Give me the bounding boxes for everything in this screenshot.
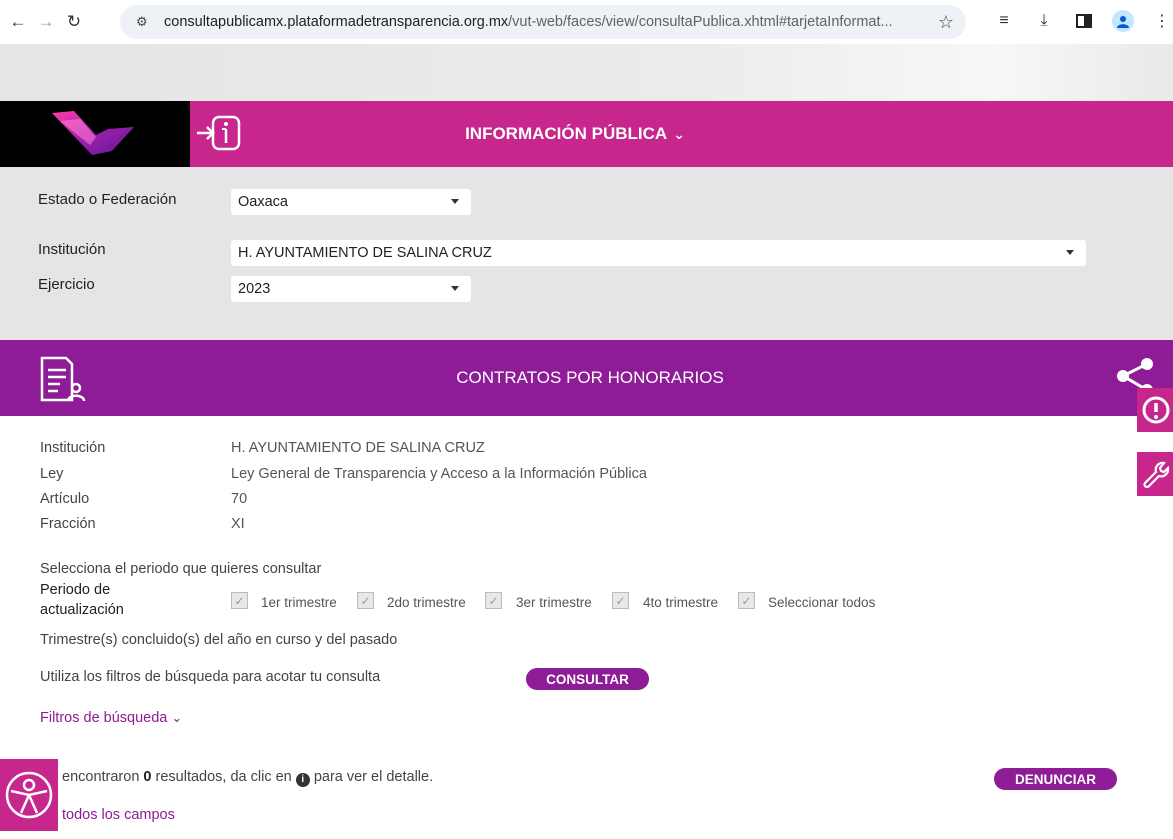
caret-down-icon xyxy=(451,286,459,291)
accessibility-icon xyxy=(5,771,53,819)
results-end: para ver el detalle. xyxy=(313,769,434,785)
ejercicio-label: Ejercicio xyxy=(38,276,95,293)
ejercicio-value: 2023 xyxy=(238,281,271,297)
ejercicio-select[interactable]: 2023 xyxy=(231,276,471,302)
consultar-button[interactable]: CONSULTAR xyxy=(526,668,649,690)
institucion-label: Institución xyxy=(38,241,106,258)
tools-button[interactable] xyxy=(1137,452,1173,496)
caret-down-icon xyxy=(1066,250,1074,255)
browser-toolbar: ← → ↻ ⚙ consultapublicamx.plataformadetr… xyxy=(0,0,1173,44)
detail-ley-label: Ley xyxy=(40,466,64,482)
chevron-down-icon: ⌄ xyxy=(171,710,183,725)
info-publica-header: INFORMACIÓN PÚBLICA ⌄ xyxy=(0,101,1173,167)
card-title: CONTRATOS POR HONORARIOS xyxy=(456,368,724,387)
section-title: INFORMACIÓN PÚBLICA xyxy=(465,124,668,143)
wrench-icon xyxy=(1143,461,1170,489)
side-panel-icon[interactable] xyxy=(1072,8,1096,34)
section-title-dropdown[interactable]: INFORMACIÓN PÚBLICA ⌄ xyxy=(0,101,1150,167)
detail-ley-value: Ley General de Transparencia y Acceso a … xyxy=(231,466,647,482)
checkbox-1er-trimestre[interactable]: ✓ xyxy=(231,592,248,609)
alert-icon xyxy=(1142,396,1170,424)
period-prompt: Selecciona el periodo que quieres consul… xyxy=(40,561,322,577)
reading-list-icon[interactable]: ≡ xyxy=(992,8,1016,34)
info-circle-icon: i xyxy=(295,773,310,787)
label-1er-trimestre: 1er trimestre xyxy=(261,595,337,610)
url-host: consultapublicamx.plataformadetransparen… xyxy=(164,14,509,30)
results-prefix: encontraron xyxy=(62,769,140,785)
url-path: /vut-web/faces/view/consultaPublica.xhtm… xyxy=(508,14,893,30)
chevron-down-icon: ⌄ xyxy=(673,125,685,142)
filtros-busqueda-label: Filtros de búsqueda xyxy=(40,710,168,726)
detail-articulo-label: Artículo xyxy=(40,491,90,507)
query-hint: Utiliza los filtros de búsqueda para aco… xyxy=(40,669,381,685)
all-fields-link[interactable]: todos los campos xyxy=(62,807,175,823)
detail-fraccion-value: XI xyxy=(231,516,245,532)
period-note: Trimestre(s) concluido(s) del año en cur… xyxy=(40,632,398,648)
checkbox-seleccionar-todos[interactable]: ✓ xyxy=(738,592,755,609)
institucion-select[interactable]: H. AYUNTAMIENTO DE SALINA CRUZ xyxy=(231,240,1086,266)
filter-panel: Estado o Federación Oaxaca Institución H… xyxy=(0,167,1173,340)
label-2do-trimestre: 2do trimestre xyxy=(387,595,466,610)
accessibility-button[interactable] xyxy=(0,759,58,831)
results-suffix: resultados, da clic en xyxy=(155,769,292,785)
caret-down-icon xyxy=(451,199,459,204)
alert-button[interactable] xyxy=(1137,388,1173,432)
estado-select[interactable]: Oaxaca xyxy=(231,189,471,215)
filtros-busqueda-toggle[interactable]: Filtros de búsqueda ⌄ xyxy=(40,710,182,726)
label-seleccionar-todos: Seleccionar todos xyxy=(768,595,876,610)
top-banner xyxy=(0,44,1173,101)
period-label-line2: actualización xyxy=(40,602,124,618)
results-summary: encontraron 0 resultados, da clic en i p… xyxy=(62,769,433,787)
checkbox-2do-trimestre[interactable]: ✓ xyxy=(357,592,374,609)
denunciar-button[interactable]: DENUNCIAR xyxy=(994,768,1117,790)
download-icon[interactable]: ⤓ xyxy=(1032,8,1056,34)
bookmark-star-icon[interactable]: ☆ xyxy=(938,12,954,33)
detail-institucion-label: Institución xyxy=(40,440,106,456)
results-count: 0 xyxy=(143,769,152,785)
checkbox-3er-trimestre[interactable]: ✓ xyxy=(485,592,502,609)
detail-articulo-value: 70 xyxy=(231,491,248,507)
profile-avatar-icon[interactable] xyxy=(1112,10,1134,32)
label-3er-trimestre: 3er trimestre xyxy=(516,595,592,610)
institucion-value: H. AYUNTAMIENTO DE SALINA CRUZ xyxy=(238,245,492,261)
detail-fraccion-label: Fracción xyxy=(40,516,96,532)
address-bar[interactable]: ⚙ consultapublicamx.plataformadetranspar… xyxy=(120,5,966,39)
reload-icon[interactable]: ↻ xyxy=(60,8,88,36)
card-header: CONTRATOS POR HONORARIOS xyxy=(0,340,1173,416)
menu-kebab-icon[interactable]: ⋮ xyxy=(1150,8,1173,34)
label-4to-trimestre: 4to trimestre xyxy=(643,595,719,610)
checkbox-4to-trimestre[interactable]: ✓ xyxy=(612,592,629,609)
period-label-line1: Periodo de xyxy=(40,582,111,598)
estado-value: Oaxaca xyxy=(238,194,288,210)
forward-arrow-icon[interactable]: → xyxy=(32,8,60,36)
back-arrow-icon[interactable]: ← xyxy=(4,8,32,36)
site-info-icon[interactable]: ⚙ xyxy=(136,14,154,30)
detail-institucion-value: H. AYUNTAMIENTO DE SALINA CRUZ xyxy=(231,440,485,456)
estado-label: Estado o Federación xyxy=(38,191,177,208)
